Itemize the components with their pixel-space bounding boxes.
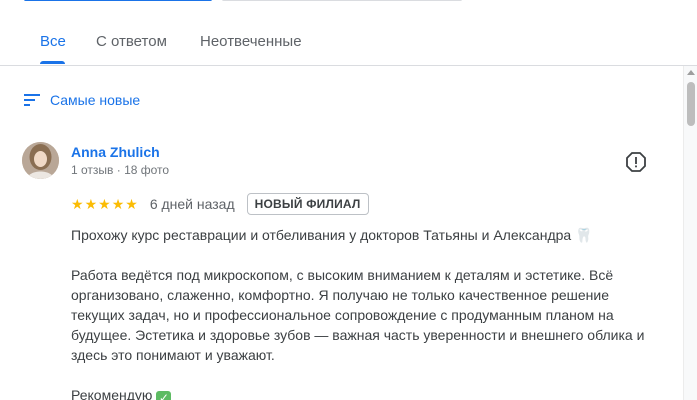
- scroll-up-arrow-icon[interactable]: [687, 70, 695, 75]
- star-icon: ★: [125, 196, 138, 212]
- tooth-emoji-icon: 🦷: [575, 227, 593, 243]
- scrollbar[interactable]: [683, 66, 697, 400]
- new-branch-badge: НОВЫЙ ФИЛИАЛ: [246, 193, 369, 215]
- review-paragraph-2: Работа ведётся под микроскопом, с высоки…: [71, 267, 645, 363]
- sort-button[interactable]: Самые новые: [24, 92, 140, 108]
- tab-all[interactable]: Все: [40, 33, 66, 50]
- review-paragraph-1-text: Прохожу курс реставрации и отбеливания у…: [71, 227, 572, 243]
- sort-icon: [24, 94, 40, 106]
- review-date: 6 дней назад: [149, 196, 235, 212]
- avatar-image: [22, 142, 59, 179]
- review-text: Прохожу курс реставрации и отбеливания у…: [71, 225, 651, 400]
- author-meta: 1 отзыв · 18 фото: [71, 163, 170, 177]
- star-icon: ★: [111, 196, 125, 212]
- active-tab-indicator: [40, 61, 65, 64]
- star-rating: ★ ★ ★ ★ ★: [71, 197, 138, 211]
- avatar[interactable]: [22, 142, 59, 179]
- report-flag-icon[interactable]: [626, 152, 646, 172]
- review-paragraph-3-text: Рекомендую: [71, 387, 153, 400]
- tab-answered[interactable]: С ответом: [96, 33, 167, 50]
- star-icon: ★: [71, 196, 84, 212]
- star-icon: ★: [84, 196, 98, 212]
- scrollbar-thumb[interactable]: [687, 82, 695, 126]
- review-tabs: Все С ответом Неотвеченные: [0, 0, 697, 66]
- check-mark-icon: ✓: [156, 391, 172, 400]
- sort-label: Самые новые: [50, 92, 141, 108]
- star-icon: ★: [98, 196, 111, 212]
- author-name[interactable]: Anna Zhulich: [71, 144, 160, 160]
- review-paragraph-3: Рекомендую ✓: [71, 385, 651, 400]
- rating-row: ★ ★ ★ ★ ★ 6 дней назад НОВЫЙ ФИЛИАЛ: [71, 192, 369, 216]
- review-paragraph-1: Прохожу курс реставрации и отбеливания у…: [71, 225, 651, 245]
- tab-unanswered[interactable]: Неотвеченные: [200, 33, 302, 50]
